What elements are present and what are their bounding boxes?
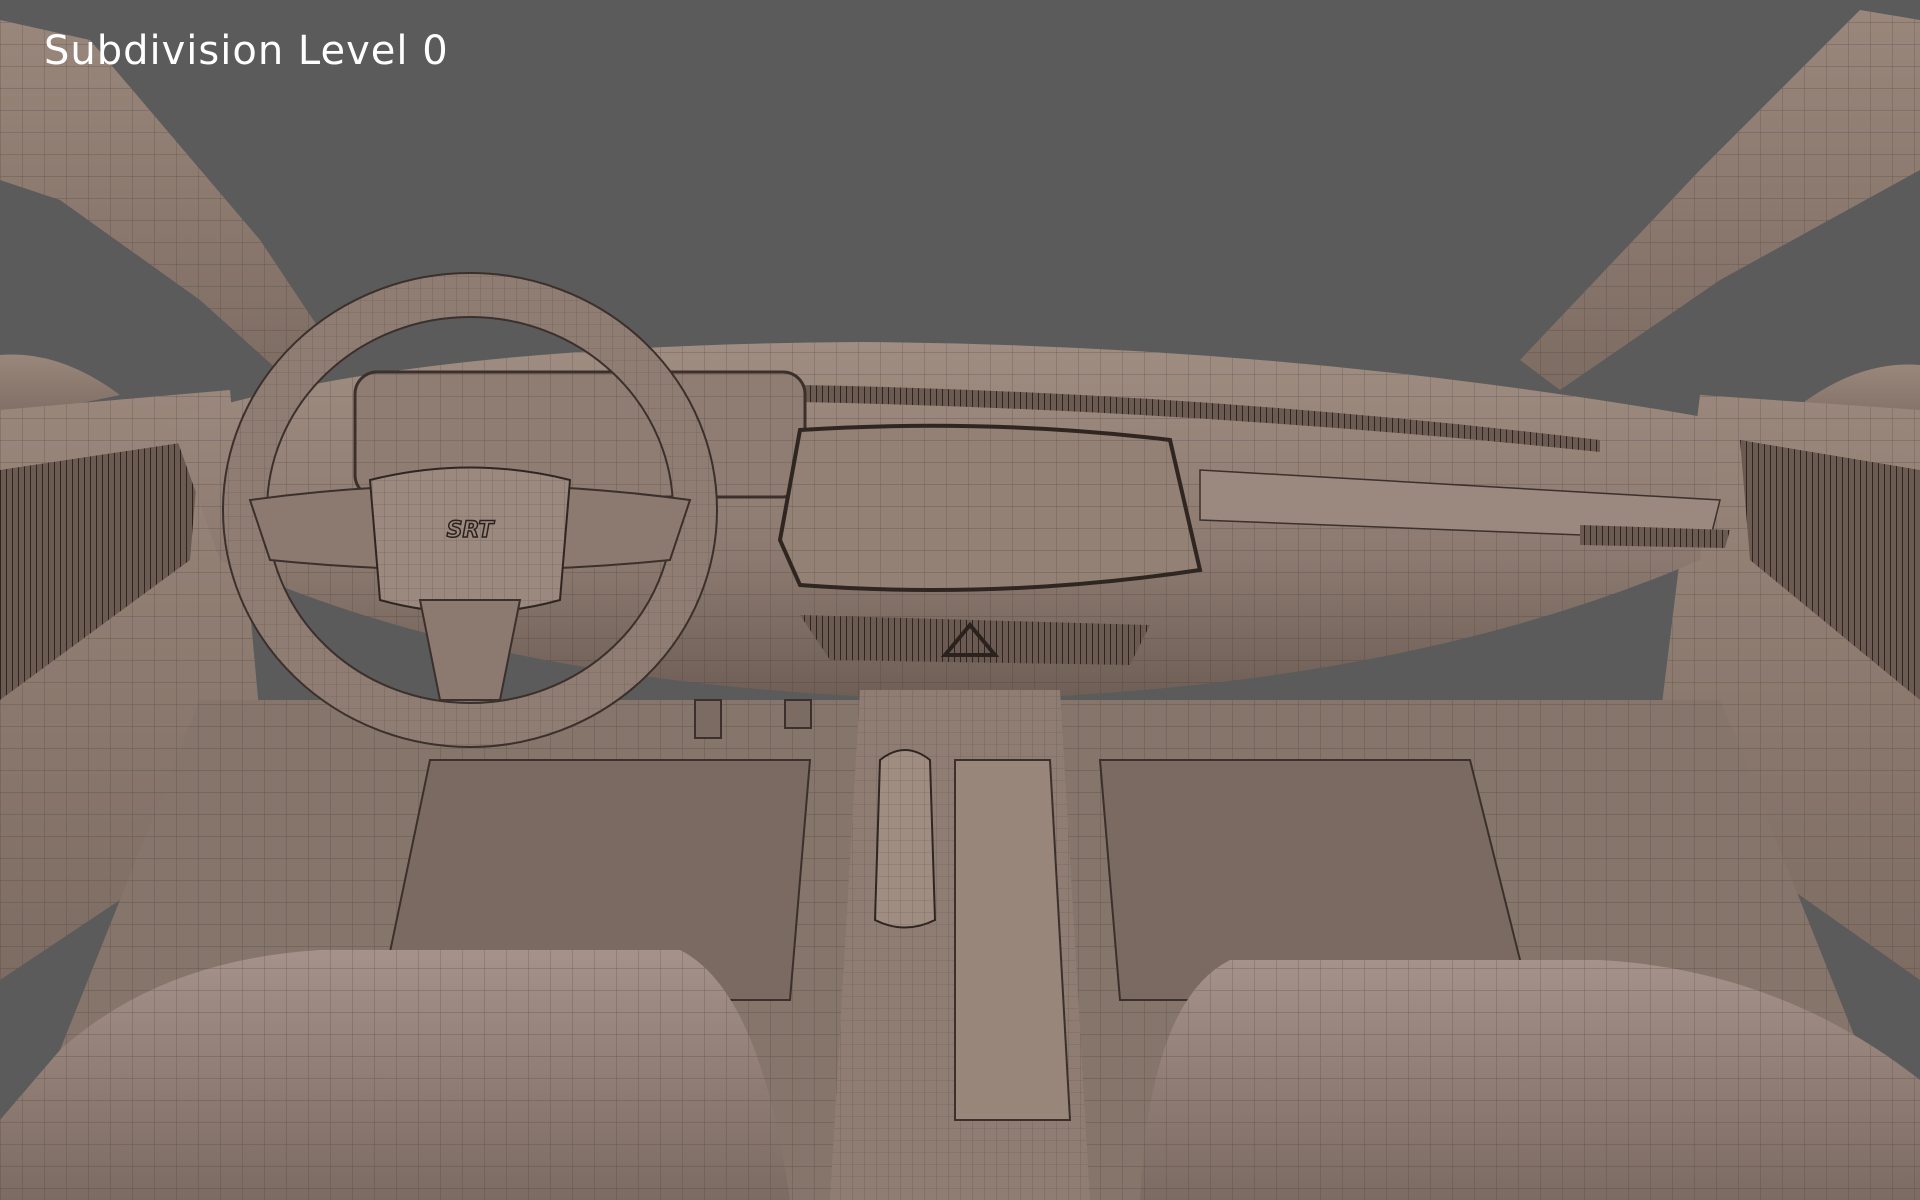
a-pillar-right [1520, 10, 1920, 390]
viewport-render: SRT [0, 10, 1920, 1200]
steering-wheel-badge: SRT [447, 518, 496, 543]
gear-selector-icon [873, 749, 937, 929]
steering-wheel: SRT [222, 272, 718, 748]
subdivision-level-label: Subdivision Level 0 [44, 28, 449, 74]
center-display [777, 423, 1203, 592]
center-console [830, 690, 1090, 1200]
a-pillar-left [0, 20, 340, 390]
